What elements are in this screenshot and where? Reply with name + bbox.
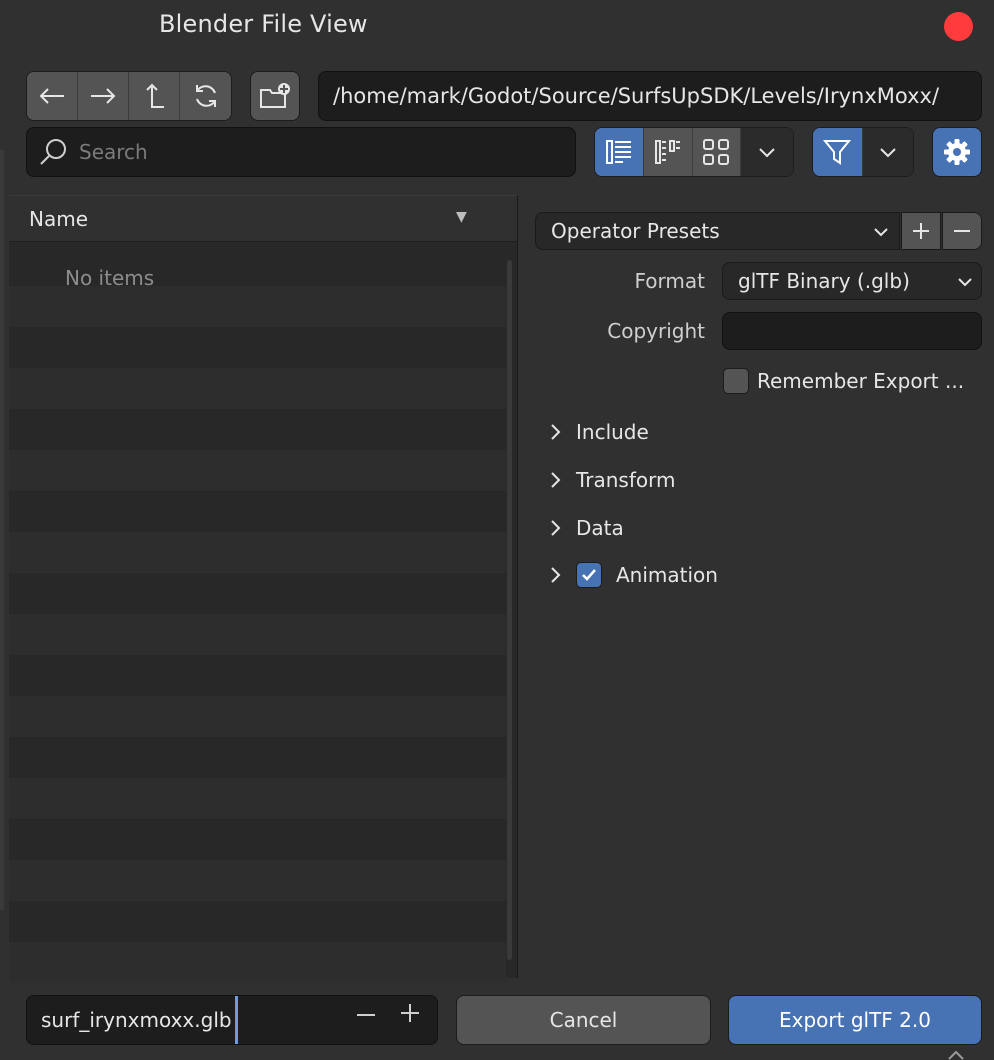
window-title: Blender File View: [159, 10, 368, 38]
new-folder-group: [250, 71, 300, 121]
list-row-stripe: [9, 942, 506, 983]
cancel-button[interactable]: Cancel: [456, 995, 711, 1045]
forward-arrow-icon: [91, 88, 116, 104]
animation-section-header[interactable]: Animation: [546, 562, 718, 588]
remember-export-label[interactable]: Remember Export ...: [757, 369, 964, 393]
refresh-icon: [195, 85, 216, 107]
display-mode-group: [594, 127, 794, 177]
sort-descending-icon[interactable]: ▼: [456, 209, 467, 225]
transform-section-header[interactable]: Transform: [546, 468, 675, 492]
column-header-label: Name: [29, 206, 89, 231]
parent-directory-icon: [146, 83, 164, 108]
region-toggle-icon[interactable]: [945, 1046, 967, 1060]
vertical-list-icon: [605, 140, 631, 164]
list-row-stripe: [9, 368, 506, 409]
remove-preset-button[interactable]: [942, 212, 982, 250]
left-region-edge: [0, 150, 4, 910]
filter-settings-dropdown[interactable]: [862, 128, 913, 176]
animation-checkbox[interactable]: [576, 562, 602, 588]
minus-icon: [357, 1014, 375, 1016]
horizontal-list-icon: [654, 140, 680, 164]
chevron-right-icon: [551, 424, 561, 440]
gear-icon: [944, 139, 970, 165]
copyright-label: Copyright: [607, 319, 705, 343]
thumbnails-icon: [703, 139, 730, 165]
include-section-header[interactable]: Include: [546, 420, 649, 444]
forward-button[interactable]: [78, 72, 129, 120]
list-row-stripe: [9, 778, 506, 819]
operator-presets-label: Operator Presets: [551, 219, 720, 243]
chevron-down-icon: [880, 148, 896, 158]
new-folder-icon: [260, 83, 290, 108]
vertical-list-view-button[interactable]: [595, 128, 644, 176]
operator-presets-row: Operator Presets: [535, 212, 982, 250]
back-arrow-icon: [39, 88, 64, 104]
add-preset-button[interactable]: [901, 212, 941, 250]
chevron-right-icon: [551, 520, 561, 536]
transform-section-label: Transform: [576, 468, 676, 492]
back-button[interactable]: [27, 72, 78, 120]
plus-icon: [401, 1004, 419, 1022]
chevron-down-icon: [958, 278, 972, 287]
horizontal-list-view-button[interactable]: [643, 128, 693, 176]
search-icon: [40, 139, 66, 165]
filename-value: surf_irynxmoxx.glb: [41, 1008, 232, 1032]
list-row-stripe: [9, 614, 506, 655]
panel-divider[interactable]: [517, 195, 518, 978]
animation-section-label: Animation: [616, 563, 718, 587]
export-button[interactable]: Export glTF 2.0: [728, 995, 982, 1045]
increment-filename-button[interactable]: [399, 1001, 421, 1031]
display-settings-dropdown[interactable]: [741, 128, 793, 176]
filter-icon: [823, 140, 852, 165]
plus-icon: [913, 223, 929, 239]
list-row-stripe: [9, 450, 506, 491]
minus-icon: [954, 230, 970, 232]
empty-list-message: No items: [65, 266, 155, 290]
search-placeholder: Search: [79, 140, 148, 164]
data-section-header[interactable]: Data: [546, 516, 624, 540]
format-value: glTF Binary (.glb): [738, 269, 910, 293]
format-label: Format: [634, 269, 705, 293]
new-folder-button[interactable]: [251, 72, 299, 120]
settings-button[interactable]: [932, 127, 982, 177]
search-input[interactable]: Search: [26, 127, 576, 177]
directory-path-input[interactable]: /home/mark/Godot/Source/SurfsUpSDK/Level…: [318, 71, 982, 121]
text-cursor: [235, 996, 238, 1044]
filter-group: [812, 127, 914, 177]
chevron-down-icon: [874, 228, 888, 237]
refresh-button[interactable]: [180, 72, 231, 120]
name-column-header[interactable]: Name: [9, 195, 518, 242]
include-section-label: Include: [576, 420, 649, 444]
remember-export-checkbox[interactable]: [723, 368, 749, 394]
copyright-input[interactable]: [722, 312, 982, 350]
chevron-right-icon: [551, 472, 561, 488]
file-list-scrollbar[interactable]: [507, 260, 512, 960]
list-row-stripe: [9, 532, 506, 573]
close-window-button[interactable]: [944, 12, 973, 41]
decrement-filename-button[interactable]: [355, 1003, 377, 1033]
operator-presets-dropdown[interactable]: Operator Presets: [535, 212, 900, 250]
checkmark-icon: [582, 569, 596, 581]
navigation-button-group: [26, 71, 232, 121]
filter-toggle-button[interactable]: [813, 128, 863, 176]
list-row-stripe: [9, 286, 506, 327]
chevron-right-icon: [551, 567, 561, 583]
thumbnails-view-button[interactable]: [692, 128, 742, 176]
parent-directory-button[interactable]: [129, 72, 180, 120]
list-row-stripe: [9, 696, 506, 737]
list-row-stripe: [9, 860, 506, 901]
format-dropdown[interactable]: glTF Binary (.glb): [722, 262, 982, 300]
chevron-down-icon: [759, 148, 775, 158]
data-section-label: Data: [576, 516, 624, 540]
